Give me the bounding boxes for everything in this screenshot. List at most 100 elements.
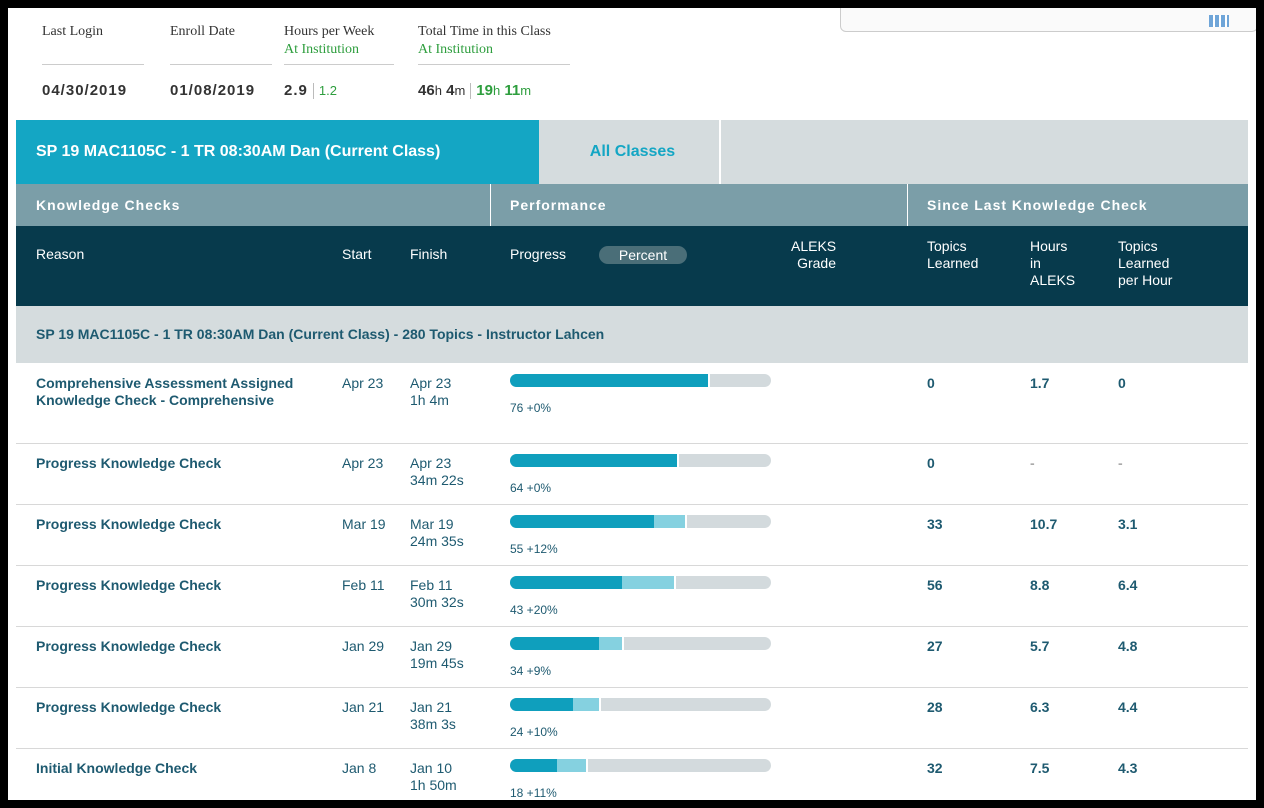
row-finish-date: Jan 29 [410, 638, 453, 654]
progress-bar-base [510, 515, 656, 528]
hours-per-week-values: 2.9 1.2 [284, 82, 337, 100]
progress-bar-base [510, 698, 575, 711]
divider [418, 64, 570, 65]
row-topics-learned: 27 [927, 638, 943, 654]
row-finish: Mar 19 24m 35s [410, 516, 464, 550]
row-topics-learned: 32 [927, 760, 943, 776]
last-login-label: Last Login [42, 24, 104, 39]
table-row[interactable]: Comprehensive Assessment Assigned Knowle… [16, 363, 1248, 444]
row-finish-date: Jan 10 [410, 760, 453, 776]
row-start: Apr 23 [342, 375, 384, 391]
col-hours-in-aleks[interactable]: Hours in ALEKS [1030, 238, 1075, 289]
col-aleks-grade-line2: Grade [797, 255, 836, 271]
table-row[interactable]: Progress Knowledge Check Mar 19 Mar 19 24… [16, 504, 1248, 566]
progress-bar-gain [556, 759, 588, 772]
row-finish-date: Jan 21 [410, 699, 453, 715]
row-finish-time: 34m 22s [410, 472, 464, 488]
tab-current-class[interactable]: SP 19 MAC1105C - 1 TR 08:30AM Dan (Curre… [16, 120, 539, 184]
total-time-label: Total Time in this Class [418, 24, 551, 39]
row-hours-in-aleks: 6.3 [1030, 699, 1050, 715]
row-finish-time: 38m 3s [410, 716, 456, 732]
search-box[interactable] [840, 8, 1256, 32]
row-start: Mar 19 [342, 516, 386, 532]
group-knowledge-checks: Knowledge Checks [36, 197, 181, 213]
row-topics-per-hour: 3.1 [1118, 516, 1138, 532]
progress-bar [510, 374, 771, 387]
progress-bar-base [510, 576, 625, 589]
progress-bar-gain [572, 698, 601, 711]
total-time-sub: At Institution [418, 42, 494, 57]
row-start: Apr 23 [342, 455, 384, 471]
table-row[interactable]: Progress Knowledge Check Feb 11 Feb 11 30… [16, 565, 1248, 627]
row-topics-per-hour: 6.4 [1118, 577, 1138, 593]
row-finish: Feb 11 30m 32s [410, 577, 464, 611]
row-reason[interactable]: Comprehensive Assessment Assigned Knowle… [36, 375, 336, 409]
row-hours-in-aleks: 5.7 [1030, 638, 1050, 654]
progress-bar-gain [598, 637, 625, 650]
row-finish-date: Apr 23 [410, 455, 452, 471]
row-start: Jan 29 [342, 638, 385, 654]
hours-per-week-label: Hours per Week [284, 24, 375, 39]
enroll-date-stat: Enroll Date [170, 8, 235, 48]
col-reason[interactable]: Reason [36, 246, 84, 263]
row-topics-learned: 0 [927, 375, 935, 391]
calendar-icon[interactable] [1209, 15, 1229, 27]
hours-per-week-institution: 1.2 [318, 83, 337, 98]
value-separator [470, 83, 472, 100]
table-row[interactable]: Initial Knowledge Check Jan 8 Jan 10 1h 5… [16, 748, 1248, 800]
progress-bar-gain [653, 515, 687, 528]
row-hours-in-aleks: - [1030, 455, 1035, 471]
hours-unit: h [434, 83, 442, 98]
col-topics-learned[interactable]: Topics Learned [927, 238, 978, 272]
table-row[interactable]: Progress Knowledge Check Jan 29 Jan 29 19… [16, 626, 1248, 688]
row-finish-date: Apr 23 [410, 375, 452, 391]
table-row[interactable]: Progress Knowledge Check Jan 21 Jan 21 38… [16, 687, 1248, 749]
hours-unit: h [492, 83, 501, 98]
total-time-stat: Total Time in this Class At Institution [418, 8, 551, 57]
row-topics-per-hour: 4.4 [1118, 699, 1138, 715]
row-reason[interactable]: Progress Knowledge Check [36, 638, 336, 655]
row-topics-learned: 0 [927, 455, 935, 471]
row-reason[interactable]: Progress Knowledge Check [36, 516, 336, 533]
divider [284, 64, 394, 65]
row-reason[interactable]: Initial Knowledge Check [36, 760, 336, 777]
col-tlph-line1: Topics [1118, 238, 1158, 254]
col-aleks-grade[interactable]: ALEKS Grade [791, 238, 836, 272]
col-topics-per-hour[interactable]: Topics Learned per Hour [1118, 238, 1172, 289]
row-percent-label: 76 +0% [510, 401, 552, 415]
col-aleks-grade-line1: ALEKS [791, 238, 837, 254]
col-progress[interactable]: Progress [510, 246, 566, 263]
row-start: Feb 11 [342, 577, 385, 593]
last-login-value: 04/30/2019 [42, 82, 128, 99]
last-login-stat: Last Login [42, 8, 103, 48]
row-topics-per-hour: - [1118, 455, 1123, 471]
row-hours-in-aleks: 1.7 [1030, 375, 1050, 391]
divider [42, 64, 144, 65]
divider [170, 64, 272, 65]
row-finish-time: 1h 4m [410, 392, 449, 408]
total-time-hours: 46 [418, 82, 435, 99]
row-reason[interactable]: Progress Knowledge Check [36, 577, 336, 594]
row-topics-learned: 56 [927, 577, 943, 593]
col-hours-line1: Hours [1030, 238, 1068, 254]
col-start[interactable]: Start [342, 246, 372, 263]
col-finish[interactable]: Finish [410, 246, 447, 263]
row-topics-learned: 33 [927, 516, 943, 532]
progress-bar-gain [622, 576, 677, 589]
row-finish-time: 19m 45s [410, 655, 464, 671]
col-hours-line3: ALEKS [1030, 272, 1076, 288]
tab-all-classes[interactable]: All Classes [546, 120, 721, 184]
col-hours-line2: in [1030, 255, 1041, 271]
percent-toggle[interactable]: Percent [599, 246, 687, 264]
row-reason[interactable]: Progress Knowledge Check [36, 455, 336, 472]
row-hours-in-aleks: 10.7 [1030, 516, 1058, 532]
row-finish-date: Feb 11 [410, 577, 453, 593]
row-percent-label: 24 +10% [510, 725, 558, 739]
row-reason[interactable]: Progress Knowledge Check [36, 699, 336, 716]
progress-bar [510, 576, 771, 589]
group-since-last-check: Since Last Knowledge Check [927, 197, 1148, 213]
student-report-panel: Last Login 04/30/2019 Enroll Date 01/08/… [8, 8, 1256, 800]
table-row[interactable]: Progress Knowledge Check Apr 23 Apr 23 34… [16, 443, 1248, 505]
column-header: Reason Start Finish Progress Percent ALE… [16, 226, 1248, 306]
row-topics-learned: 28 [927, 699, 943, 715]
